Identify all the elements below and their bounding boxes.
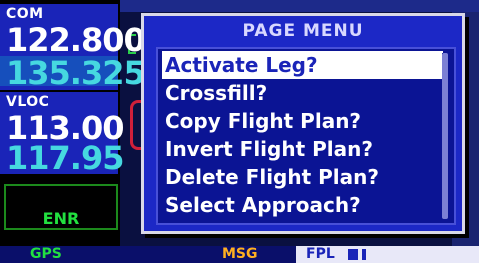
gps-mode-annunciator: GPS [30,246,62,262]
vloc-standby-frequency[interactable]: 117.95 [6,139,124,177]
menu-scrollbar[interactable] [442,53,448,219]
menu-item-invert-flight-plan[interactable]: Invert Flight Plan? [162,135,443,163]
vloc-radio-window[interactable]: VLOC 113.00 117.95 [0,92,124,177]
vloc-label: VLOC [6,94,50,110]
radio-column: COM 122.800 135.325 VLOC 113.00 117.95 E… [0,0,146,246]
menu-item-delete-flight-plan[interactable]: Delete Flight Plan? [162,163,443,191]
cdi-mode-label: ENR [42,209,80,228]
page-menu-title: PAGE MENU [242,21,364,41]
page-group-indicator: FPL [296,246,479,263]
status-bar: GPS MSG FPL [0,246,479,263]
page-position-marker [348,249,358,260]
menu-item-select-approach[interactable]: Select Approach? [162,191,443,219]
message-annunciator[interactable]: MSG [222,246,258,263]
page-group-label: FPL [306,246,335,262]
com-radio-window[interactable]: COM 122.800 135.325 [0,4,146,92]
menu-scroll-thumb[interactable] [442,53,448,219]
com-label: COM [6,6,44,22]
map-airspace-mark [130,100,141,150]
menu-item-crossfill[interactable]: Crossfill? [162,79,443,107]
gps-display: COM 122.800 135.325 VLOC 113.00 117.95 E… [0,0,479,263]
menu-item-copy-flight-plan[interactable]: Copy Flight Plan? [162,107,443,135]
cdi-mode-window: ENR [4,184,118,230]
menu-item-activate-leg[interactable]: Activate Leg? [162,51,443,79]
menu-list: Activate Leg? Crossfill? Copy Flight Pla… [156,47,456,225]
page-menu-popup: PAGE MENU Activate Leg? Crossfill? Copy … [141,13,465,234]
map-top-strip [120,0,479,12]
com-standby-frequency[interactable]: 135.325 [6,54,146,92]
page-position-marker-2 [362,249,366,260]
